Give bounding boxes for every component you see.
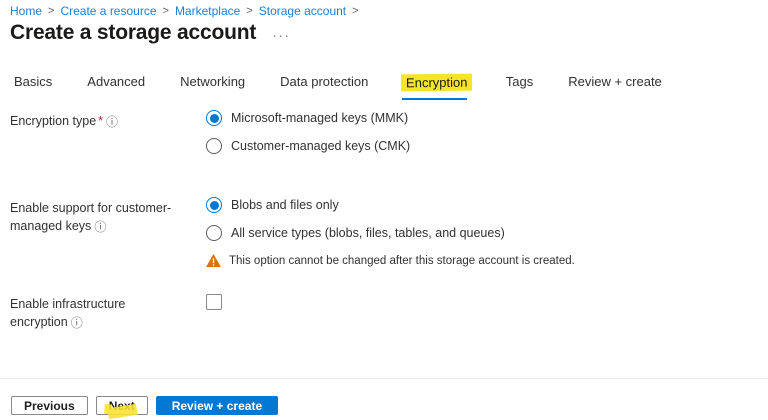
title-row: Create a storage account ··· bbox=[10, 21, 290, 45]
encryption-type-options: Microsoft-managed keys (MMK) Customer-ma… bbox=[206, 110, 410, 166]
infrastructure-encryption-label: Enable infrastructure encryption ⓘ bbox=[10, 293, 206, 331]
breadcrumb: Home > Create a resource > Marketplace >… bbox=[10, 4, 365, 18]
radio-all-service-types-label: All service types (blobs, files, tables,… bbox=[231, 226, 505, 240]
infrastructure-encryption-row: Enable infrastructure encryption ⓘ bbox=[10, 293, 750, 331]
tab-networking[interactable]: Networking bbox=[178, 70, 247, 100]
warning-icon bbox=[206, 254, 221, 267]
radio-icon bbox=[206, 197, 222, 213]
info-icon[interactable]: ⓘ bbox=[71, 316, 83, 330]
tab-encryption-label: Encryption bbox=[401, 73, 473, 92]
breadcrumb-separator: > bbox=[162, 5, 169, 17]
radio-all-service-types[interactable]: All service types (blobs, files, tables,… bbox=[206, 225, 575, 241]
radio-icon bbox=[206, 110, 222, 126]
radio-blobs-files-only-label: Blobs and files only bbox=[231, 198, 339, 212]
tab-bar: Basics Advanced Networking Data protecti… bbox=[12, 70, 695, 100]
tab-review-create[interactable]: Review + create bbox=[566, 70, 664, 100]
radio-mmk[interactable]: Microsoft-managed keys (MMK) bbox=[206, 110, 410, 126]
required-marker: * bbox=[98, 114, 104, 128]
review-create-button[interactable]: Review + create bbox=[155, 396, 279, 415]
radio-icon bbox=[206, 138, 222, 154]
page-title: Create a storage account bbox=[10, 21, 257, 44]
tab-review-create-label: Review + create bbox=[568, 74, 662, 89]
breadcrumb-storage-account[interactable]: Storage account bbox=[259, 4, 346, 18]
infrastructure-encryption-control bbox=[206, 293, 222, 310]
radio-cmk[interactable]: Customer-managed keys (CMK) bbox=[206, 138, 410, 154]
more-menu-icon[interactable]: ··· bbox=[272, 24, 290, 43]
tab-networking-label: Networking bbox=[180, 74, 246, 89]
next-button-label: Next bbox=[108, 399, 135, 413]
info-icon[interactable]: ⓘ bbox=[106, 115, 118, 129]
cmk-support-label-text: Enable support for customer-managed keys bbox=[10, 201, 172, 233]
tab-data-protection[interactable]: Data protection bbox=[278, 70, 370, 100]
encryption-type-label: Encryption type * ⓘ bbox=[10, 110, 206, 131]
info-icon[interactable]: ⓘ bbox=[94, 220, 106, 234]
tab-basics[interactable]: Basics bbox=[12, 70, 54, 100]
tab-advanced-label: Advanced bbox=[87, 74, 146, 89]
encryption-type-label-text: Encryption type bbox=[10, 114, 97, 128]
breadcrumb-separator: > bbox=[48, 5, 55, 17]
tab-data-protection-label: Data protection bbox=[280, 74, 369, 89]
warning-message: This option cannot be changed after this… bbox=[206, 254, 575, 267]
encryption-form: Encryption type * ⓘ Microsoft-managed keys… bbox=[10, 110, 750, 331]
tab-basics-label: Basics bbox=[14, 74, 53, 89]
breadcrumb-create-a-resource[interactable]: Create a resource bbox=[60, 4, 156, 18]
tab-advanced[interactable]: Advanced bbox=[85, 70, 147, 100]
next-button[interactable]: Next bbox=[95, 396, 148, 420]
breadcrumb-separator: > bbox=[246, 5, 253, 17]
infrastructure-encryption-label-text: Enable infrastructure encryption bbox=[10, 297, 126, 329]
previous-button[interactable]: Previous bbox=[11, 396, 88, 415]
tab-tags-label: Tags bbox=[505, 74, 534, 89]
warning-text: This option cannot be changed after this… bbox=[229, 255, 575, 267]
footer-divider bbox=[0, 378, 768, 379]
breadcrumb-marketplace[interactable]: Marketplace bbox=[175, 4, 240, 18]
radio-cmk-label: Customer-managed keys (CMK) bbox=[231, 139, 411, 153]
breadcrumb-separator: > bbox=[352, 5, 359, 17]
footer-bar: Previous Next Review + create bbox=[11, 396, 279, 420]
breadcrumb-home[interactable]: Home bbox=[10, 4, 42, 18]
infrastructure-encryption-checkbox[interactable] bbox=[206, 294, 222, 310]
cmk-support-options: Blobs and files only All service types (… bbox=[206, 197, 575, 267]
tab-encryption[interactable]: Encryption bbox=[401, 70, 473, 100]
tab-tags[interactable]: Tags bbox=[504, 70, 535, 100]
radio-mmk-label: Microsoft-managed keys (MMK) bbox=[231, 111, 409, 125]
radio-icon bbox=[206, 225, 222, 241]
encryption-type-row: Encryption type * ⓘ Microsoft-managed keys… bbox=[10, 110, 750, 166]
cmk-support-label: Enable support for customer-managed keys… bbox=[10, 197, 206, 235]
radio-blobs-files-only[interactable]: Blobs and files only bbox=[206, 197, 575, 213]
cmk-support-row: Enable support for customer-managed keys… bbox=[10, 197, 750, 267]
